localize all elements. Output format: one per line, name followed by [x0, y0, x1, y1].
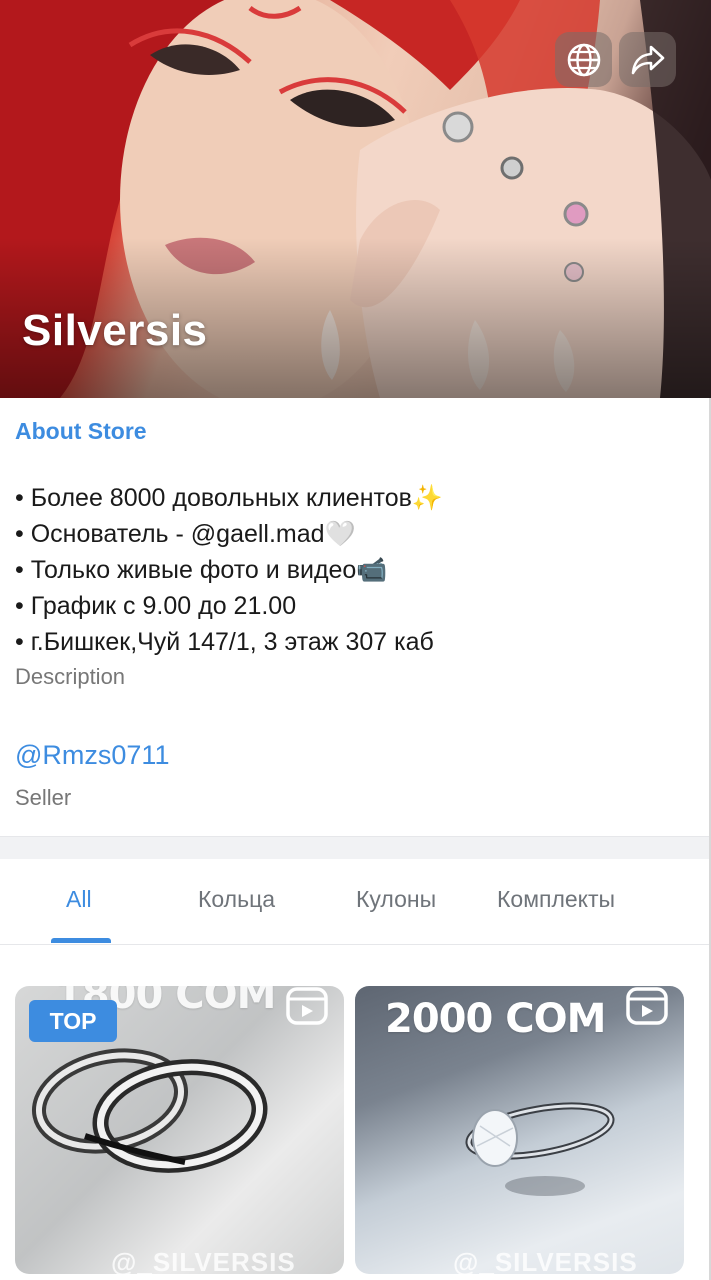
about-line: • Только живые фото и видео📹	[15, 556, 388, 584]
store-about-text: • Более 8000 довольных клиентов✨ • Основ…	[15, 480, 443, 660]
website-button[interactable]	[555, 32, 612, 87]
active-tab-indicator	[51, 938, 111, 943]
about-line: • Более 8000 довольных клиентов✨	[15, 484, 444, 512]
price-overlay-text: 2000 COM	[385, 996, 606, 1042]
about-line: • График с 9.00 до 21.00	[15, 592, 297, 620]
about-store-heading: About Store	[15, 418, 147, 444]
share-icon	[631, 45, 664, 74]
description-label: Description	[15, 664, 126, 689]
reels-icon	[286, 987, 328, 1025]
watermark-text: @_SILVERSIS	[111, 1247, 296, 1274]
top-badge: TOP	[29, 1000, 117, 1042]
store-name: Silversis	[22, 306, 208, 355]
share-button[interactable]	[619, 32, 676, 87]
about-line: • Основатель - @gaell.mad🤍	[15, 520, 356, 548]
seller-handle-link[interactable]: @Rmzs0711	[15, 740, 169, 771]
watermark-text: @_SILVERSIS	[453, 1247, 638, 1274]
seller-label: Seller	[15, 785, 72, 810]
tab-all[interactable]: All	[66, 886, 92, 913]
reels-icon	[626, 987, 668, 1025]
category-tabs: All Кольца Кулоны Комплекты	[0, 858, 711, 945]
tab-rings[interactable]: Кольца	[198, 886, 275, 913]
product-card[interactable]: 1800 COM @_SILVERSIS TOP	[15, 986, 344, 1274]
tab-sets[interactable]: Комплекты	[497, 886, 615, 913]
globe-icon	[567, 43, 600, 76]
tab-pendants[interactable]: Кулоны	[356, 886, 436, 913]
store-cover-image: Silversis	[0, 0, 711, 398]
about-line: • г.Бишкек,Чуй 147/1, 3 этаж 307 каб	[15, 628, 434, 656]
section-divider	[0, 836, 711, 859]
product-card[interactable]: 2000 COM @_SILVERSIS	[355, 986, 684, 1274]
